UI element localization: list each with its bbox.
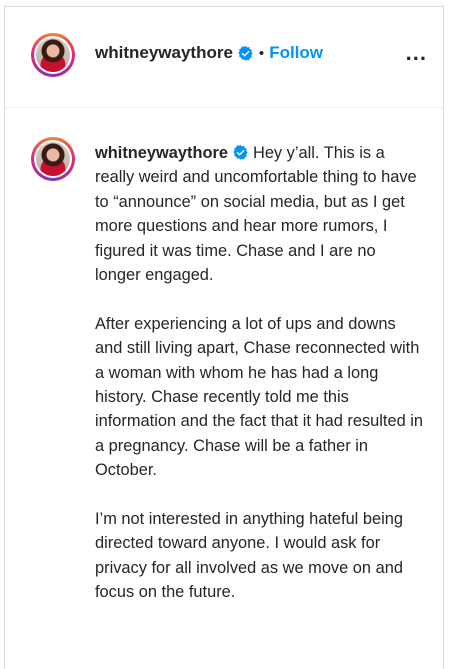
more-options-icon[interactable]: ... — [406, 42, 427, 64]
post-panel: whitneywaythore • Follow ... whitneywayt… — [4, 6, 444, 669]
caption-text: whitneywaythore Hey y’all. This is a rea… — [95, 141, 425, 629]
profile-avatar[interactable] — [31, 33, 75, 77]
caption-avatar[interactable] — [31, 137, 75, 181]
avatar-image — [36, 38, 70, 72]
verified-badge-icon — [238, 45, 253, 61]
caption-paragraph-2: After experiencing a lot of ups and down… — [95, 314, 424, 480]
header-username[interactable]: whitneywaythore — [95, 43, 233, 63]
caption-username[interactable]: whitneywaythore — [95, 144, 228, 162]
follow-button[interactable]: Follow — [269, 43, 323, 63]
separator-dot: • — [258, 44, 265, 62]
avatar-image — [36, 142, 70, 176]
caption-paragraph-1-text: Hey y’all. This is a really weird and un… — [95, 144, 417, 285]
caption-paragraph-1: whitneywaythore Hey y’all. This is a rea… — [95, 141, 425, 287]
verified-badge-icon — [233, 144, 248, 160]
post-header: whitneywaythore • Follow ... — [5, 7, 443, 108]
caption-paragraph-3: I’m not interested in anything hateful b… — [95, 510, 403, 602]
